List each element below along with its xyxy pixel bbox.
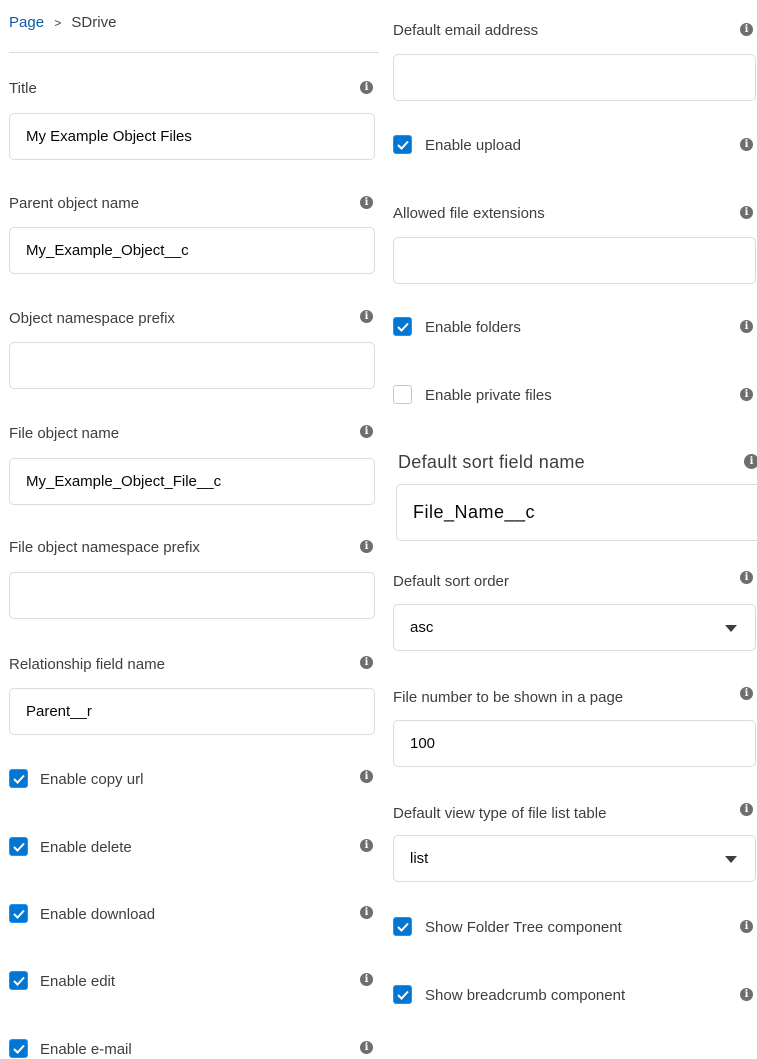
check-icon — [396, 922, 409, 932]
chevron-down-icon — [725, 625, 737, 632]
file-object-name-input[interactable]: My_Example_Object_File__c — [9, 458, 375, 505]
enable-download-checkbox[interactable] — [9, 904, 28, 923]
file-number-per-page-input[interactable]: 100 — [393, 720, 756, 767]
breadcrumb-separator: > — [54, 16, 62, 30]
file-object-namespace-prefix-input[interactable] — [9, 572, 375, 619]
check-icon — [396, 990, 409, 1000]
enable-email-checkbox[interactable] — [9, 1039, 28, 1058]
info-icon[interactable]: i — [744, 454, 757, 469]
relationship-field-name-input[interactable]: Parent__r — [9, 688, 375, 735]
info-icon[interactable]: i — [360, 425, 373, 438]
file-number-per-page-label: File number to be shown in a page — [393, 689, 624, 706]
enable-edit-checkbox[interactable] — [9, 971, 28, 990]
info-icon[interactable]: i — [740, 571, 753, 584]
default-sort-field-name-label: Default sort field name — [398, 452, 585, 472]
default-sort-field-name-input[interactable]: File_Name__c — [396, 484, 757, 541]
info-icon[interactable]: i — [360, 770, 373, 783]
info-icon[interactable]: i — [360, 540, 373, 553]
parent-object-name-input[interactable]: My_Example_Object__c — [9, 227, 375, 274]
info-icon[interactable]: i — [740, 206, 753, 219]
file-object-namespace-prefix-label: File object namespace prefix — [9, 539, 200, 556]
check-icon — [12, 976, 25, 986]
breadcrumb: Page > SDrive — [9, 14, 116, 31]
enable-copy-url-checkbox[interactable] — [9, 769, 28, 788]
show-folder-tree-checkbox[interactable] — [393, 917, 412, 936]
check-icon — [12, 909, 25, 919]
info-icon[interactable]: i — [740, 803, 753, 816]
show-breadcrumb-label: Show breadcrumb component — [425, 987, 626, 1004]
info-icon[interactable]: i — [740, 687, 753, 700]
default-email-address-label: Default email address — [393, 22, 539, 39]
show-breadcrumb-checkbox[interactable] — [393, 985, 412, 1004]
info-icon[interactable]: i — [740, 388, 753, 401]
file-object-name-label: File object name — [9, 425, 120, 442]
enable-private-files-checkbox[interactable] — [393, 385, 412, 404]
allowed-file-extensions-input[interactable] — [393, 237, 756, 284]
default-email-address-input[interactable] — [393, 54, 756, 101]
info-icon[interactable]: i — [360, 973, 373, 986]
info-icon[interactable]: i — [740, 920, 753, 933]
object-namespace-prefix-label: Object namespace prefix — [9, 310, 175, 327]
enable-copy-url-label: Enable copy url — [40, 771, 144, 788]
info-icon[interactable]: i — [740, 320, 753, 333]
check-icon — [12, 774, 25, 784]
enable-upload-checkbox[interactable] — [393, 135, 412, 154]
info-icon[interactable]: i — [740, 138, 753, 151]
relationship-field-name-label: Relationship field name — [9, 656, 165, 673]
enable-download-label: Enable download — [40, 906, 156, 923]
default-view-type-label: Default view type of file list table — [393, 805, 607, 822]
info-icon[interactable]: i — [360, 310, 373, 323]
info-icon[interactable]: i — [740, 988, 753, 1001]
info-icon[interactable]: i — [740, 23, 753, 36]
breadcrumb-current: SDrive — [71, 14, 117, 31]
enable-private-files-label: Enable private files — [425, 387, 552, 404]
enable-delete-label: Enable delete — [40, 839, 132, 856]
default-sort-order-label: Default sort order — [393, 573, 509, 590]
default-sort-order-select[interactable]: asc — [393, 604, 756, 651]
info-icon[interactable]: i — [360, 906, 373, 919]
enable-folders-label: Enable folders — [425, 319, 521, 336]
allowed-file-extensions-label: Allowed file extensions — [393, 205, 545, 222]
title-input[interactable]: My Example Object Files — [9, 113, 375, 160]
default-sort-order-value: asc — [410, 619, 434, 636]
info-icon[interactable]: i — [360, 656, 373, 669]
breadcrumb-divider — [9, 52, 379, 53]
info-icon[interactable]: i — [360, 1041, 373, 1054]
object-namespace-prefix-input[interactable] — [9, 342, 375, 389]
enable-edit-label: Enable edit — [40, 973, 116, 990]
info-icon[interactable]: i — [360, 81, 373, 94]
chevron-down-icon — [725, 856, 737, 863]
default-view-type-value: list — [410, 850, 429, 867]
enable-email-label: Enable e-mail — [40, 1041, 132, 1058]
default-view-type-select[interactable]: list — [393, 835, 756, 882]
check-icon — [12, 1044, 25, 1054]
title-label: Title — [9, 80, 37, 97]
check-icon — [396, 140, 409, 150]
enable-delete-checkbox[interactable] — [9, 837, 28, 856]
info-icon[interactable]: i — [360, 196, 373, 209]
enable-folders-checkbox[interactable] — [393, 317, 412, 336]
check-icon — [396, 322, 409, 332]
breadcrumb-page-link[interactable]: Page — [9, 14, 44, 31]
show-folder-tree-label: Show Folder Tree component — [425, 919, 622, 936]
parent-object-name-label: Parent object name — [9, 195, 140, 212]
info-icon[interactable]: i — [360, 839, 373, 852]
check-icon — [12, 842, 25, 852]
enable-upload-label: Enable upload — [425, 137, 521, 154]
